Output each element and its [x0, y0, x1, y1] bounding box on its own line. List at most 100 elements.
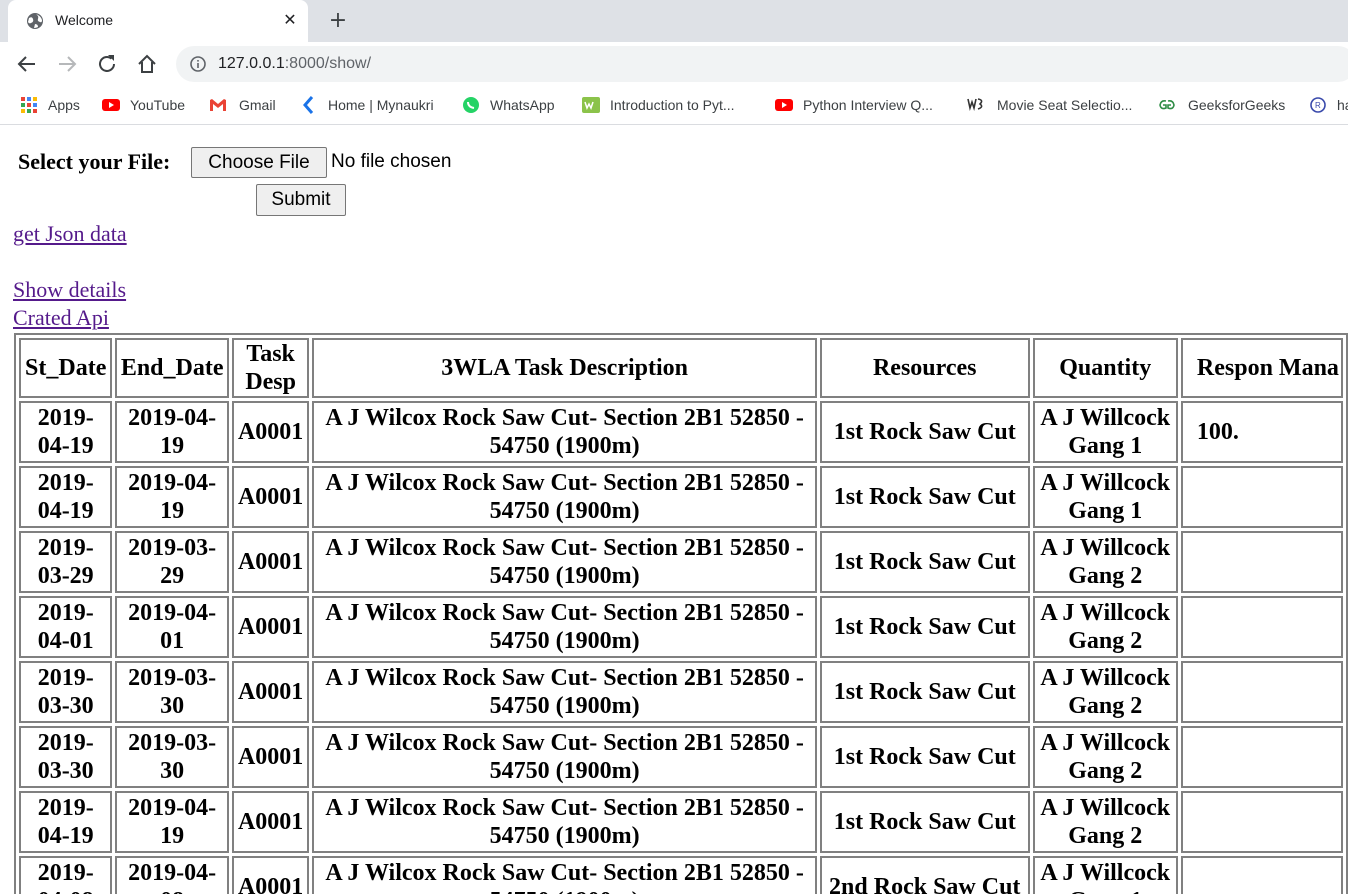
tab-welcome[interactable]: Welcome ✕ [8, 0, 308, 42]
youtube-icon [102, 99, 120, 111]
table-cell: A J Willcock Gang 1 [1032, 466, 1178, 528]
whatsapp-icon [463, 97, 479, 113]
table-cell [1180, 856, 1343, 894]
bookmarks-bar: Apps YouTube Gmail Home | Mynaukri Whats… [0, 86, 1348, 125]
table-cell: 2019-04-01 [115, 596, 229, 658]
table-cell: 2019-04-19 [115, 791, 229, 853]
table-cell: A J Willcock Gang 1 [1032, 401, 1178, 463]
info-icon[interactable] [190, 56, 206, 72]
page-content: Select your File: Choose File No file ch… [0, 125, 1348, 894]
url-host: 127.0.0.1 [218, 55, 285, 72]
url-text: 127.0.0.1:8000/show/ [218, 55, 371, 73]
site-icon: R [1310, 97, 1326, 113]
table-cell: 2019-03-30 [115, 726, 229, 788]
svg-text:R: R [1315, 101, 1321, 110]
reload-icon[interactable] [95, 52, 119, 76]
table-cell: 2019-04-08 [115, 856, 229, 894]
table-cell: 2019-03-30 [115, 661, 229, 723]
get-json-link[interactable]: get Json data [13, 221, 127, 247]
table-cell: A0001 [231, 401, 310, 463]
table-cell: A0001 [231, 791, 310, 853]
table-cell: A0001 [231, 856, 310, 894]
table-row: 2019-04-19 2019-04-19 A0001 A J Wilcox Rock… [19, 791, 1343, 853]
column-header: 3WLA Task Description [312, 338, 817, 398]
table-cell: A J Willcock Gang 2 [1032, 596, 1178, 658]
table-cell: A J Wilcox Rock Saw Cut- Section 2B1 528… [312, 856, 817, 894]
table-cell: 2019-04-19 [19, 401, 113, 463]
table-cell: A J Willcock Gang 2 [1032, 661, 1178, 723]
table-cell: 1st Rock Saw Cut [819, 726, 1030, 788]
table-cell [1180, 726, 1343, 788]
table-cell: 1st Rock Saw Cut [819, 466, 1030, 528]
table-cell: 1st Rock Saw Cut [819, 401, 1030, 463]
table-cell: 2019-04-19 [115, 401, 229, 463]
forward-arrow-icon[interactable] [55, 52, 79, 76]
url-path: :8000/show/ [284, 55, 372, 72]
column-header: Respon Mana [1180, 338, 1343, 398]
bookmark-label: Home | Mynaukri [328, 97, 434, 113]
table-cell: A J Willcock Gang 2 [1032, 531, 1178, 593]
task-table: St_Date End_Date Task Desp 3WLA Task Des… [14, 333, 1348, 894]
table-cell: A0001 [231, 596, 310, 658]
file-label: Select your File: [18, 149, 171, 174]
tab-strip: Welcome ✕ + [0, 0, 1348, 42]
bookmark-label: Gmail [239, 97, 276, 113]
home-icon[interactable] [135, 52, 159, 76]
table-cell: 2019-04-19 [19, 466, 113, 528]
table-cell: 1st Rock Saw Cut [819, 531, 1030, 593]
table-cell: A J Wilcox Rock Saw Cut- Section 2B1 528… [312, 726, 817, 788]
mynaukri-icon [303, 96, 314, 114]
w3-green-icon [582, 97, 600, 113]
table-row: 2019-04-082019-04-08A0001A J Wilcox Rock… [19, 856, 1343, 894]
table-cell: A J Wilcox Rock Saw Cut- Section 2B1 528… [312, 401, 817, 463]
show-details-link[interactable]: Show details [13, 277, 126, 303]
bookmark-label: ha [1337, 97, 1348, 113]
table-cell [1180, 661, 1343, 723]
table-cell: 2019-03-29 [115, 531, 229, 593]
table-cell: 2019-04-19 [115, 466, 229, 528]
globe-icon [27, 13, 43, 29]
back-arrow-icon[interactable] [15, 52, 39, 76]
table-cell: 2019-04-08 [19, 856, 113, 894]
bookmark-label: WhatsApp [490, 97, 555, 113]
table-cell: 1st Rock Saw Cut [819, 661, 1030, 723]
table-row: 2019-04-01 2019-04-01 A0001 A J Wilcox Rock… [19, 596, 1343, 658]
gmail-icon [210, 99, 226, 111]
table-header-row: St_Date End_Date Task Desp 3WLA Task Des… [19, 338, 1343, 398]
close-tab-icon[interactable]: ✕ [280, 10, 300, 30]
table-cell: 1st Rock Saw Cut [819, 791, 1030, 853]
table-cell: 2019-04-01 [19, 596, 113, 658]
table-cell: A J Wilcox Rock Saw Cut- Section 2B1 528… [312, 661, 817, 723]
table-row: 2019-04-19 2019-04-19 A0001 A J Wilcox Rock… [19, 466, 1343, 528]
table-cell: A J Willcock Gang 2 [1032, 791, 1178, 853]
table-cell: A J Willcock Gang 1 [1032, 856, 1178, 894]
table-cell [1180, 791, 1343, 853]
table-row: 2019-03-30 2019-03-30 A0001 A J Wilcox Rock… [19, 661, 1343, 723]
tab-title: Welcome [55, 12, 114, 28]
bookmark-label: Apps [48, 97, 80, 113]
table-cell: A J Willcock Gang 2 [1032, 726, 1178, 788]
no-file-status: No file chosen [331, 151, 452, 172]
created-api-link[interactable]: Crated Api [13, 305, 109, 331]
column-header: End_Date [115, 338, 229, 398]
new-tab-button[interactable]: + [326, 9, 350, 33]
table-row: 2019-03-29 2019-03-29 A0001 A J Wilcox Rock… [19, 531, 1343, 593]
column-header: Task Desp [231, 338, 310, 398]
w3layouts-icon [967, 98, 983, 111]
table-cell: 2019-04-19 [19, 791, 113, 853]
table-cell: 2019-03-30 [19, 661, 113, 723]
submit-button[interactable]: Submit [256, 184, 346, 216]
table-row: 2019-03-30 2019-03-30 A0001 A J Wilcox Rock… [19, 726, 1343, 788]
choose-file-button[interactable]: Choose File [191, 147, 327, 178]
column-header: St_Date [19, 338, 113, 398]
bookmark-label: Movie Seat Selectio... [997, 97, 1133, 113]
table-cell: A0001 [231, 531, 310, 593]
youtube-icon [775, 99, 793, 111]
table-cell [1180, 466, 1343, 528]
table-row: 2019-04-19 2019-04-19 A0001 A J Wilcox Rock… [19, 401, 1343, 463]
table-cell: 100. [1180, 401, 1343, 463]
table-cell: 1st Rock Saw Cut [819, 596, 1030, 658]
table-cell: 2019-03-30 [19, 726, 113, 788]
address-bar[interactable]: 127.0.0.1:8000/show/ [176, 46, 1348, 82]
apps-grid-icon [21, 97, 37, 113]
